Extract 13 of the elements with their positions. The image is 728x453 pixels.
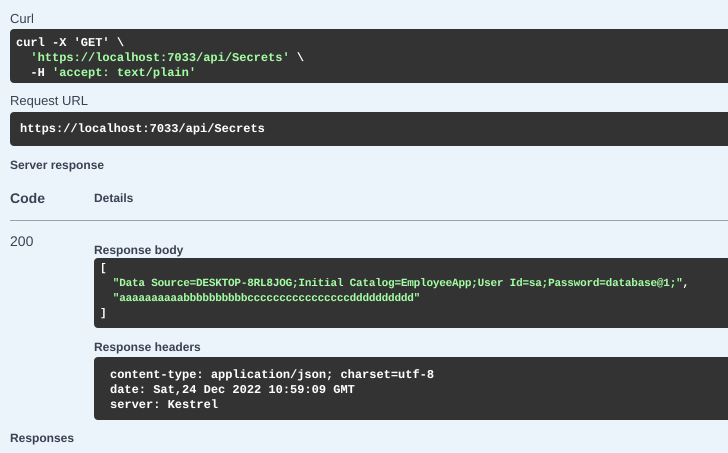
status-code: 200 bbox=[10, 232, 34, 249]
column-header: Code bbox=[10, 188, 46, 208]
response-body-code-block: [ "Data Source=DESKTOP-8RL8JOG;Initial Catalog=EmployeeApp;User Id=sa;Password=database@1;", "aaaaaaaaaabbbbbbbbbbccccccccccccccccdddddddddd" ] bbox=[94, 258, 728, 328]
section-label: Request URL bbox=[10, 92, 90, 110]
section-title: Responses bbox=[10, 430, 76, 447]
request-url-code-block: https://localhost:7033/api/Secrets bbox=[10, 112, 728, 146]
column-header: Details bbox=[94, 190, 134, 207]
curl-code-block: curl -X 'GET' \ 'https://localhost:7033/api/Secrets' \ -H 'accept: text/plain' bbox=[10, 29, 728, 83]
section-label: Curl bbox=[10, 10, 35, 28]
section-label: Response headers bbox=[94, 339, 202, 356]
response-headers-code-block: content-type: application/json; charset=utf-8 date: Sat,24 Dec 2022 10:59:09 GMT server: Kestrel bbox=[94, 357, 728, 420]
section-label: Response body bbox=[94, 242, 184, 258]
section-title: Server response bbox=[10, 157, 106, 174]
